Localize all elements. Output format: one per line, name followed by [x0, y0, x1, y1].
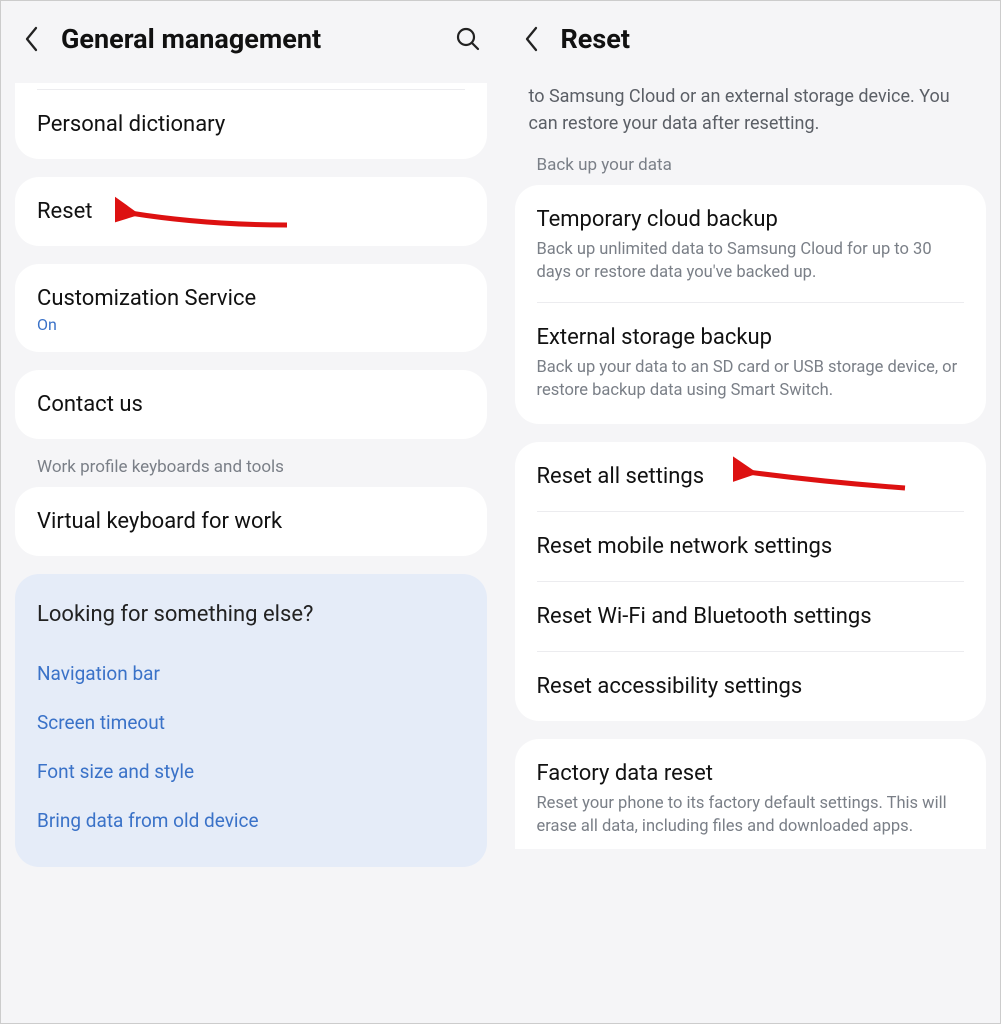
item-personal-dictionary[interactable]: Personal dictionary: [15, 90, 487, 159]
section-work-profile: Work profile keyboards and tools: [1, 457, 501, 487]
pane-reset: Reset to Samsung Cloud or an external st…: [501, 1, 1001, 1023]
header: Reset: [501, 1, 1001, 83]
link-navigation-bar[interactable]: Navigation bar: [37, 649, 465, 698]
back-button[interactable]: [521, 28, 543, 50]
item-external-storage-backup[interactable]: External storage backup Back up your dat…: [515, 303, 987, 424]
item-label: Customization Service: [37, 286, 465, 311]
back-button[interactable]: [21, 28, 43, 50]
item-temporary-cloud-backup[interactable]: Temporary cloud backup Back up unlimited…: [515, 185, 987, 302]
card-personal-dictionary: Personal dictionary: [15, 83, 487, 159]
item-contact-us[interactable]: Contact us: [15, 370, 487, 439]
item-reset[interactable]: Reset: [15, 177, 487, 246]
card-backup: Temporary cloud backup Back up unlimited…: [515, 185, 987, 424]
link-font-size-style[interactable]: Font size and style: [37, 747, 465, 796]
item-reset-wifi-bluetooth[interactable]: Reset Wi-Fi and Bluetooth settings: [515, 582, 987, 651]
card-reset-options: Reset all settings Reset mobile network …: [515, 442, 987, 721]
card-work-profile: Virtual keyboard for work: [15, 487, 487, 556]
page-title: Reset: [561, 23, 981, 55]
search-button[interactable]: [455, 26, 481, 52]
intro-text: to Samsung Cloud or an external storage …: [501, 83, 1001, 155]
card-suggestions: Looking for something else? Navigation b…: [15, 574, 487, 867]
card-factory-reset: Factory data reset Reset your phone to i…: [515, 739, 987, 848]
item-virtual-keyboard-work[interactable]: Virtual keyboard for work: [15, 487, 487, 556]
pane-general-management: General management Personal dictionary R…: [1, 1, 501, 1023]
suggestions-title: Looking for something else?: [37, 602, 465, 627]
card-customization-service: Customization Service On: [15, 264, 487, 352]
item-label: External storage backup: [537, 325, 965, 350]
item-desc: Reset your phone to its factory default …: [537, 792, 965, 838]
item-reset-all-settings[interactable]: Reset all settings: [515, 442, 987, 511]
item-reset-mobile-network[interactable]: Reset mobile network settings: [515, 512, 987, 581]
item-customization-service[interactable]: Customization Service On: [15, 264, 487, 352]
item-status: On: [37, 315, 465, 334]
header: General management: [1, 1, 501, 83]
item-factory-data-reset[interactable]: Factory data reset Reset your phone to i…: [515, 739, 987, 848]
item-reset-accessibility[interactable]: Reset accessibility settings: [515, 652, 987, 721]
card-contact-us: Contact us: [15, 370, 487, 439]
item-label: Temporary cloud backup: [537, 207, 965, 232]
link-screen-timeout[interactable]: Screen timeout: [37, 698, 465, 747]
item-desc: Back up unlimited data to Samsung Cloud …: [537, 238, 965, 284]
page-title: General management: [61, 23, 437, 55]
card-reset: Reset: [15, 177, 487, 246]
section-backup: Back up your data: [501, 155, 1001, 185]
item-label: Factory data reset: [537, 761, 965, 786]
item-desc: Back up your data to an SD card or USB s…: [537, 356, 965, 402]
link-bring-data-old-device[interactable]: Bring data from old device: [37, 796, 465, 845]
